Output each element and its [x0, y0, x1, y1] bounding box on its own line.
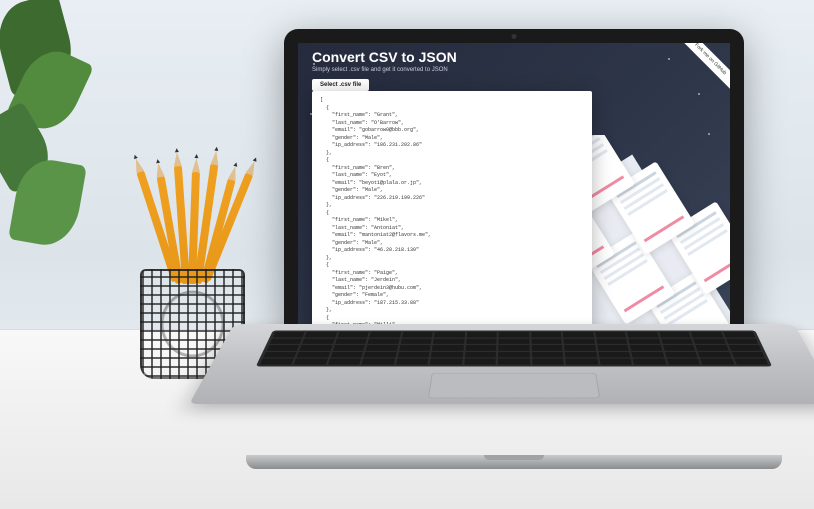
laptop-base	[234, 324, 794, 469]
json-output-panel[interactable]: [ { "first_name": "Grant", "last_name": …	[312, 91, 592, 335]
webcam-icon	[512, 34, 517, 39]
keyboard	[256, 330, 773, 366]
json-output-text: [ { "first_name": "Grant", "last_name": …	[320, 97, 584, 335]
page-title: Convert CSV to JSON	[312, 49, 716, 65]
laptop-screen: Fork me on GitHub Convert CSV to JSON Si…	[284, 29, 744, 349]
plant-decoration	[0, 0, 120, 270]
laptop: Fork me on GitHub Convert CSV to JSON Si…	[234, 29, 794, 469]
trackpad	[428, 373, 600, 398]
select-file-button[interactable]: Select .csv file	[312, 79, 369, 91]
page-subtitle: Simply select .csv file and get it conve…	[312, 67, 716, 73]
app-window: Fork me on GitHub Convert CSV to JSON Si…	[298, 43, 730, 335]
